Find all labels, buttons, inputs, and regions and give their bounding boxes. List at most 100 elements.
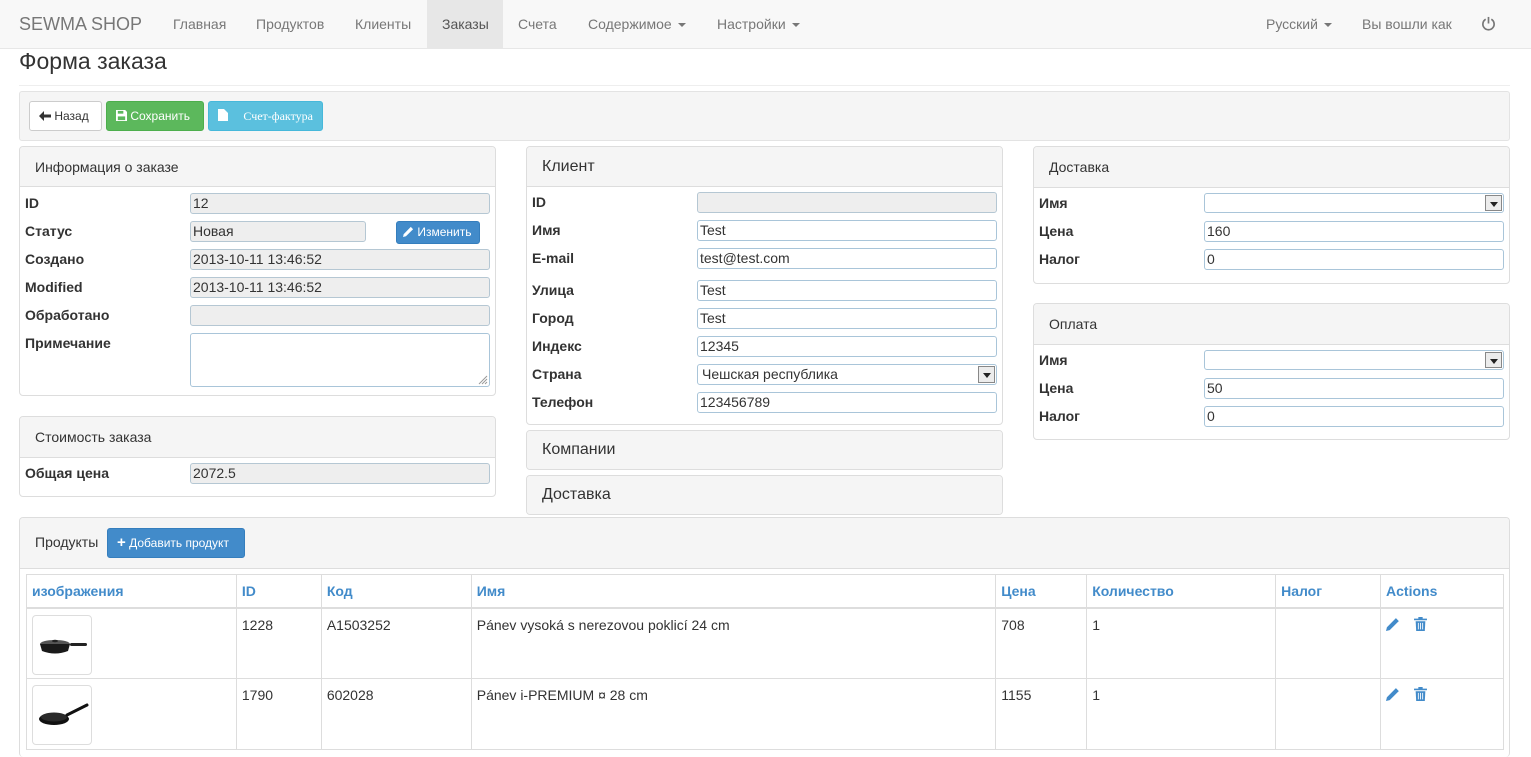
power-icon (1482, 17, 1495, 31)
back-label: Назад (54, 109, 89, 123)
products-table: изображения ID Код Имя Цена Количество Н… (26, 574, 1504, 750)
product-image[interactable] (32, 685, 92, 745)
resize-handle-icon[interactable] (478, 375, 488, 385)
delivery-name-select[interactable] (1204, 193, 1504, 213)
client-street-label: Улица (532, 282, 574, 298)
delivery-title: Доставка (1034, 147, 1509, 188)
change-status-button[interactable]: Изменить (396, 221, 480, 244)
add-product-label: Добавить продукт (129, 536, 229, 550)
saucepan-icon (40, 639, 87, 653)
delivery-tax-field[interactable]: 0 (1204, 249, 1504, 270)
delete-product-button[interactable] (1413, 616, 1427, 634)
client-delivery-title[interactable]: Доставка (527, 476, 1002, 514)
product-image[interactable] (32, 614, 92, 675)
payment-price-field[interactable]: 50 (1204, 378, 1504, 399)
logout-button[interactable] (1466, 0, 1511, 49)
processed-field[interactable] (190, 305, 490, 326)
chevron-down-icon (677, 23, 686, 28)
nav-products[interactable]: Продуктов (241, 0, 339, 49)
product-tax (1275, 678, 1382, 750)
change-status-label: Изменить (417, 225, 472, 239)
client-phone-field[interactable]: 123456789 (697, 392, 997, 413)
pencil-icon (1386, 617, 1399, 631)
pencil-icon (1386, 688, 1399, 701)
delete-product-button[interactable] (1413, 687, 1427, 704)
client-street-field[interactable]: Test (697, 280, 997, 301)
divider (19, 85, 1510, 86)
invoice-button[interactable]: Счет-фактура (208, 101, 323, 131)
language-dropdown[interactable]: Русский (1251, 0, 1347, 49)
status-field[interactable]: Новая (190, 221, 366, 242)
nav-content-dropdown[interactable]: Содержимое (573, 0, 701, 49)
order-cost-panel: Стоимость заказа Общая цена 2072.5 (19, 416, 496, 497)
nav-invoices[interactable]: Счета (503, 0, 572, 49)
nav-home[interactable]: Главная (158, 0, 241, 49)
nav-settings-dropdown[interactable]: Настройки (702, 0, 815, 49)
logged-in-as[interactable]: Вы вошли как (1347, 0, 1467, 49)
col-images[interactable]: изображения (26, 574, 237, 609)
payment-name-select[interactable] (1204, 350, 1504, 370)
nav-settings-label: Настройки (717, 16, 786, 32)
created-label: Создано (25, 251, 85, 267)
delivery-panel: Доставка Имя Цена 160 Налог 0 (1033, 146, 1510, 284)
created-field[interactable]: 2013-10-11 13:46:52 (190, 249, 490, 270)
brand-logo[interactable]: SEWMA SHOP (19, 14, 142, 35)
client-country-label: Страна (532, 366, 582, 382)
edit-product-button[interactable] (1386, 687, 1400, 704)
pencil-icon (403, 226, 414, 237)
modified-field[interactable]: 2013-10-11 13:46:52 (190, 277, 490, 298)
order-id-field[interactable]: 12 (190, 193, 490, 214)
client-panel: Клиент ID Имя Test E-mail test@test.com … (526, 146, 1003, 425)
product-name: Pánev i-PREMIUM ¤ 28 cm (470, 678, 997, 750)
client-title: Клиент (527, 147, 1002, 187)
col-price[interactable]: Цена (995, 574, 1088, 609)
nav-clients[interactable]: Клиенты (340, 0, 426, 49)
client-phone-label: Телефон (532, 394, 594, 410)
col-id[interactable]: ID (235, 574, 322, 609)
delivery-price-field[interactable]: 160 (1204, 221, 1504, 242)
edit-product-button[interactable] (1386, 617, 1400, 634)
delivery-tax-label: Налог (1039, 251, 1080, 267)
order-info-title: Информация о заказе (20, 147, 495, 187)
save-label: Сохранить (130, 109, 190, 123)
processed-label: Обработано (25, 307, 110, 323)
client-zip-field[interactable]: 12345 (697, 336, 997, 357)
add-product-button[interactable]: + Добавить продукт (107, 528, 245, 558)
client-email-field[interactable]: test@test.com (697, 248, 997, 269)
page-title: Форма заказа (19, 48, 167, 74)
note-textarea[interactable] (190, 333, 490, 387)
delivery-price-label: Цена (1039, 223, 1074, 239)
back-button[interactable]: Назад (29, 101, 102, 131)
client-id-field[interactable] (697, 192, 997, 213)
companies-title[interactable]: Компании (527, 431, 1002, 469)
product-actions (1380, 678, 1504, 750)
note-label: Примечание (25, 335, 111, 351)
payment-tax-field[interactable]: 0 (1204, 406, 1504, 427)
col-tax[interactable]: Налог (1275, 574, 1382, 609)
product-image-cell (26, 607, 237, 679)
client-zip-label: Индекс (532, 338, 582, 354)
save-button[interactable]: Сохранить (106, 101, 204, 131)
trash-icon (1413, 687, 1427, 701)
floppy-disk-icon (116, 110, 127, 121)
client-city-field[interactable]: Test (697, 308, 997, 329)
companies-panel[interactable]: Компании (526, 430, 1003, 470)
order-cost-title: Стоимость заказа (20, 417, 495, 458)
product-id: 1790 (235, 678, 322, 750)
nav-orders[interactable]: Заказы (427, 0, 503, 49)
total-price-field[interactable]: 2072.5 (190, 463, 490, 484)
frying-pan-icon (39, 703, 89, 725)
status-label: Статус (25, 223, 73, 239)
language-label: Русский (1266, 16, 1318, 32)
trash-icon (1413, 616, 1427, 631)
col-name[interactable]: Имя (470, 574, 997, 609)
client-name-label: Имя (532, 222, 561, 238)
chevron-down-icon (1323, 23, 1332, 28)
client-country-select[interactable]: Чешская республика (697, 364, 997, 385)
client-name-field[interactable]: Test (697, 220, 997, 241)
col-quantity[interactable]: Количество (1086, 574, 1277, 609)
products-panel: Продукты + Добавить продукт изображения … (19, 517, 1510, 757)
col-code[interactable]: Код (320, 574, 472, 609)
client-delivery-panel[interactable]: Доставка (526, 475, 1003, 515)
product-price: 1155 (995, 678, 1088, 750)
